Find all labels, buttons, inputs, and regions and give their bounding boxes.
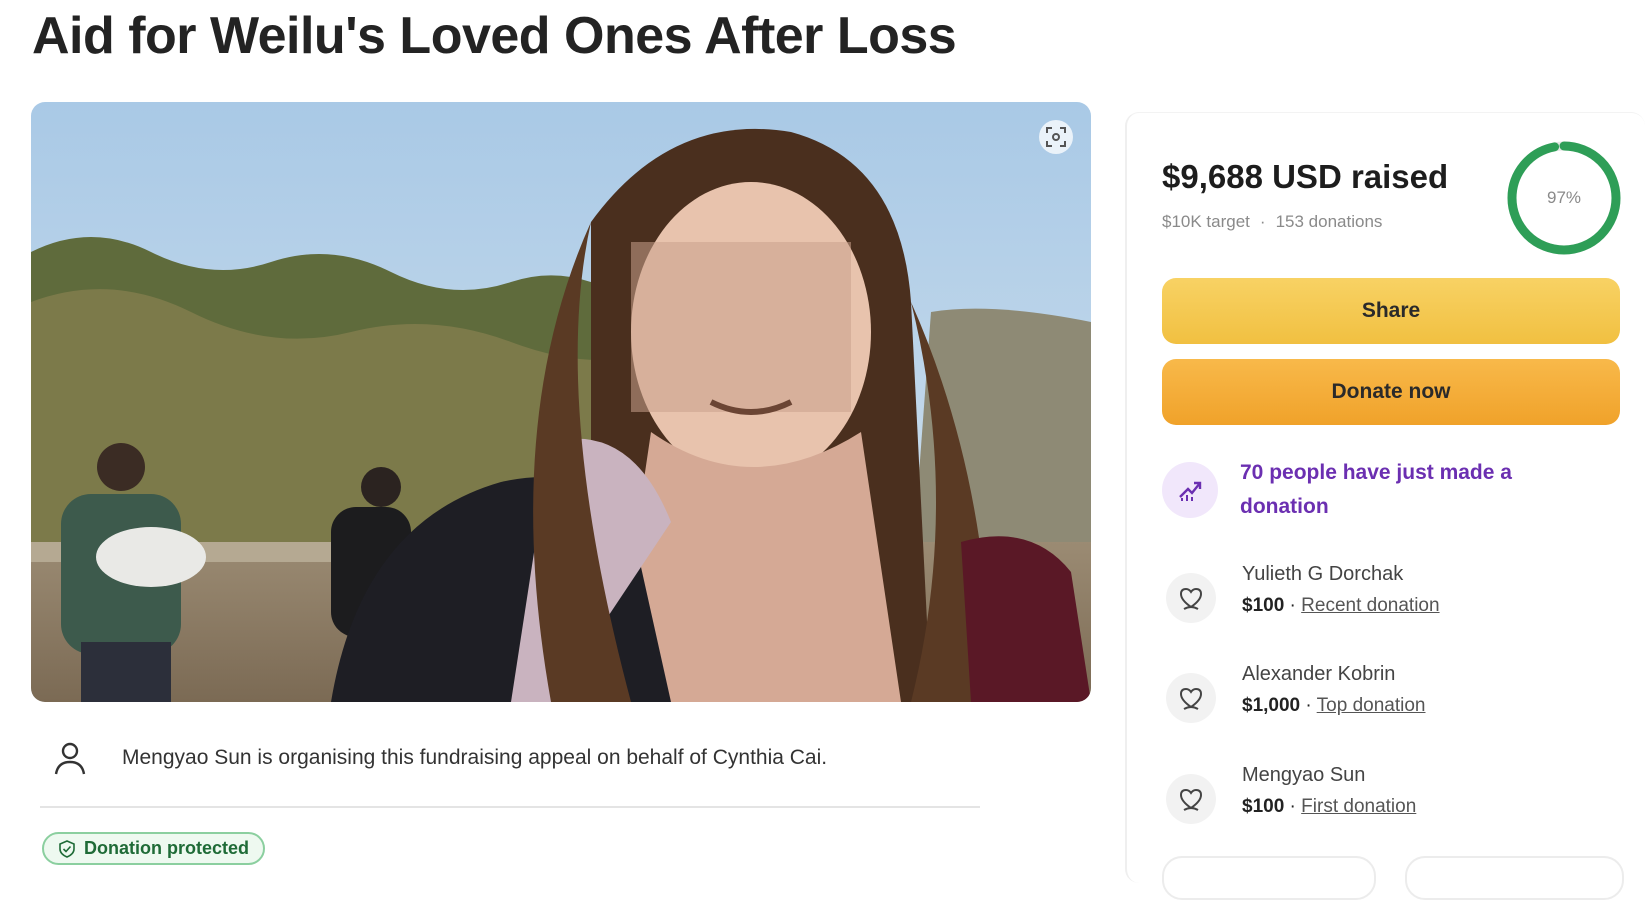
donor-separator: · [1284,796,1302,817]
donation-protected-badge[interactable]: Donation protected [42,832,265,865]
target-and-count: $10K target · 153 donations [1162,212,1382,232]
donation-protected-label: Donation protected [84,838,249,858]
see-top-button[interactable] [1405,856,1624,900]
expand-icon [1046,127,1066,147]
shield-check-icon [59,839,75,858]
donor-name: Alexander Kobrin [1242,663,1396,685]
donor-name: Mengyao Sun [1242,764,1366,786]
donate-now-button[interactable]: Donate now [1162,359,1620,425]
see-all-button[interactable] [1162,856,1376,900]
expand-photo-button[interactable] [1039,120,1073,154]
amount-raised: $9,688 USD raised [1162,158,1449,195]
person-icon [54,742,86,775]
donor-heart-icon [1166,573,1216,623]
donor-item: Mengyao Sun $100 · First donation [1162,764,1632,828]
recent-activity-banner: 70 people have just made a donation [1162,456,1632,526]
separator-dot: · [1259,212,1266,231]
donor-meta: $1,000 · Top donation [1242,695,1426,717]
donation-count: 153 donations [1275,212,1383,231]
donor-tag-link[interactable]: Recent donation [1301,595,1439,616]
section-divider [40,806,980,808]
donor-item: Alexander Kobrin $1,000 · Top donation [1162,663,1632,727]
donor-separator: · [1300,695,1317,716]
donor-heart-icon [1166,774,1216,824]
share-button[interactable]: Share [1162,278,1620,344]
donor-item: Yulieth G Dorchak $100 · Recent donation [1162,563,1632,627]
donor-amount: $1,000 [1242,695,1301,716]
donor-tag-link[interactable]: Top donation [1317,695,1426,716]
donor-meta: $100 · First donation [1242,796,1416,818]
campaign-photo[interactable] [31,102,1091,702]
donor-meta: $100 · Recent donation [1242,595,1440,617]
donor-separator: · [1284,595,1302,616]
donor-tag-link[interactable]: First donation [1301,796,1416,817]
campaign-photo-image [31,102,1091,702]
page-title: Aid for Weilu's Loved Ones After Loss [32,7,957,65]
organiser-row: Mengyao Sun is organising this fundraisi… [50,734,980,782]
donor-amount: $100 [1242,796,1285,817]
donor-heart-icon [1166,673,1216,723]
donor-name: Yulieth G Dorchak [1242,563,1404,585]
progress-percent: 97% [1546,188,1582,207]
target-amount: $10K target [1162,212,1250,231]
organiser-text: Mengyao Sun is organising this fundraisi… [122,746,828,769]
recent-activity-text: 70 people have just made a donation [1240,461,1512,518]
donor-amount: $100 [1242,595,1285,616]
trending-up-icon [1162,462,1218,518]
